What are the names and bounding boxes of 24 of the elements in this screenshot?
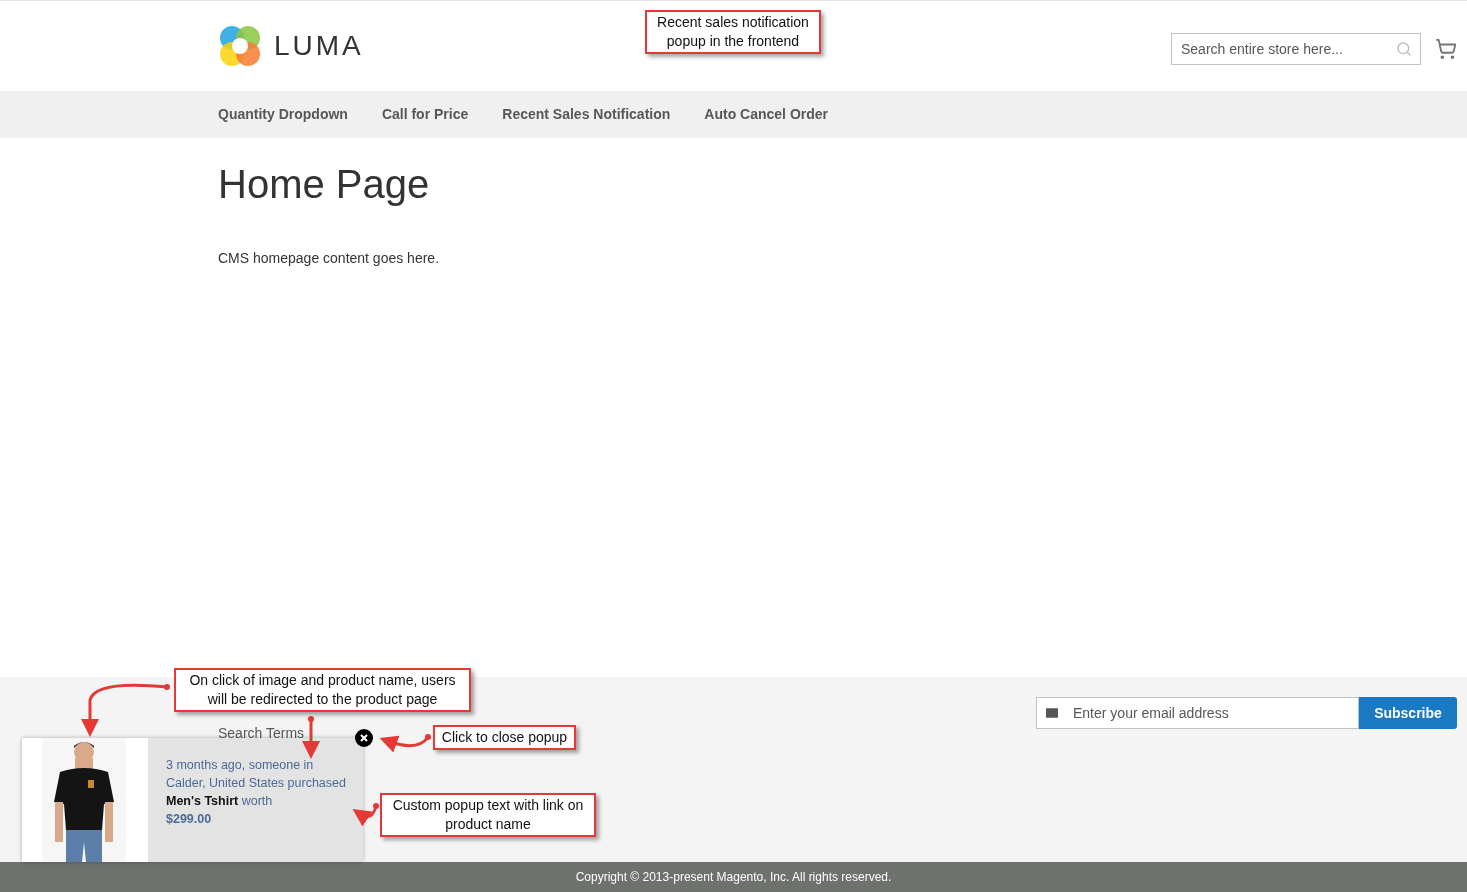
close-icon <box>360 734 368 742</box>
annotation-callout: Click to close popup <box>433 725 576 750</box>
nav-link[interactable]: Call for Price <box>381 104 469 125</box>
logo-text: LUMA <box>274 29 364 63</box>
logo-icon <box>218 24 262 68</box>
arrow <box>379 734 431 753</box>
cart-icon[interactable] <box>1435 38 1457 60</box>
email-field[interactable]: Enter your email address <box>1036 697 1359 729</box>
arrow <box>352 803 379 827</box>
nav-link[interactable]: Recent Sales Notification <box>502 104 671 125</box>
arrow <box>302 716 320 759</box>
popup-text: 3 months ago, someone in Calder, United States purchased Men's Tshirt worth $299.00 <box>166 757 347 828</box>
product-link[interactable]: Men's Tshirt <box>166 794 239 808</box>
annotation-callout: Recent sales notification popup in the frontend <box>645 10 821 54</box>
annotation-callout: Custom popup text with link on product name <box>380 793 596 837</box>
annotation-callout: On click of image and product name, users will be redirected to the product page <box>174 668 471 712</box>
subscribe-button[interactable]: Subscribe <box>1359 697 1457 729</box>
page-body-text: CMS homepage content goes here. <box>218 249 441 268</box>
search-icon <box>1396 41 1412 57</box>
copyright-text: Copyright © 2013-present Magento, Inc. All rights reserved. <box>575 869 892 886</box>
page-title: Home Page <box>218 162 431 206</box>
nav-link[interactable]: Quantity Dropdown <box>218 104 348 125</box>
search-field[interactable]: Search entire store here... <box>1171 33 1421 65</box>
nav-link[interactable]: Auto Cancel Order <box>704 104 828 125</box>
